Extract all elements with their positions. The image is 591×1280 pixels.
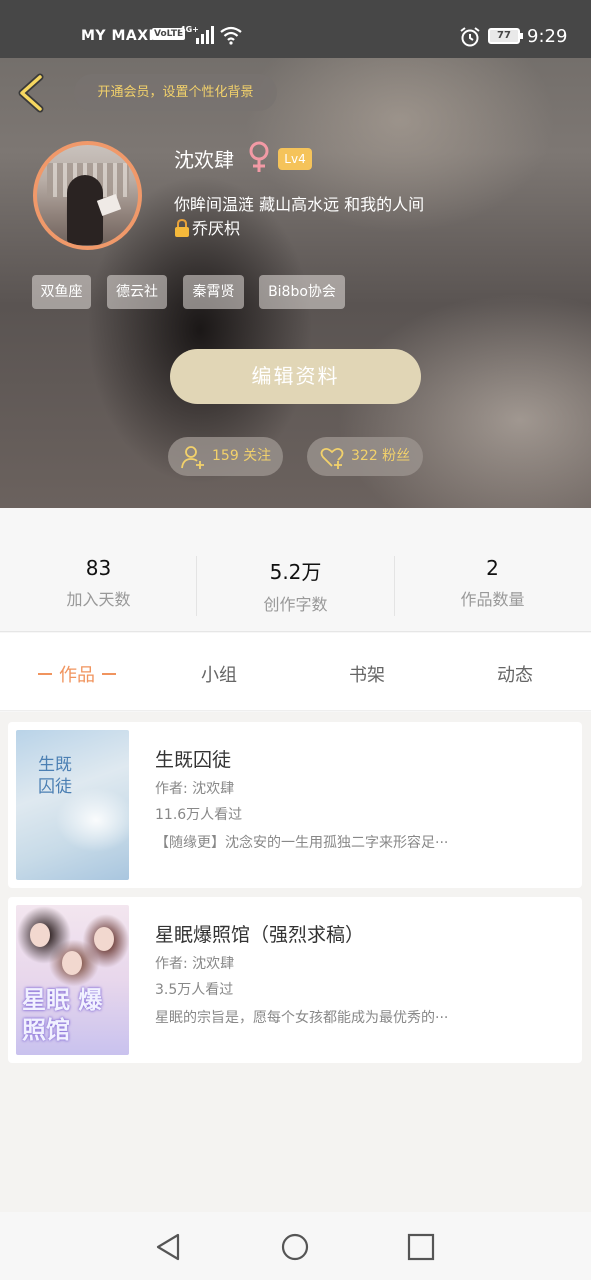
heart-add-icon (320, 447, 344, 469)
clock: 9:29 (527, 26, 568, 47)
system-nav-bar (0, 1212, 591, 1280)
stat-word-count: 5.2万 创作字数 (197, 556, 394, 615)
stat-value: 2 (486, 556, 499, 580)
stat-works-count: 2 作品数量 (394, 556, 591, 610)
cover-title: 星眠 爆照馆 (22, 986, 103, 1044)
stat-join-days: 83 加入天数 (0, 556, 197, 610)
following-button[interactable]: 159 关注 (168, 437, 283, 476)
square-recent-icon[interactable] (406, 1232, 436, 1262)
work-author: 作者: 沈欢肆 (155, 956, 235, 972)
vip-background-banner[interactable]: 开通会员，设置个性化背景 (74, 74, 277, 111)
work-cover: 星眠 爆照馆 (16, 905, 129, 1055)
circle-home-icon[interactable] (280, 1232, 310, 1262)
stats-bar: 83 加入天数 5.2万 创作字数 2 作品数量 (0, 508, 591, 632)
work-views: 3.5万人看过 (155, 982, 234, 998)
tab-bookshelf[interactable]: 书架 (349, 661, 385, 687)
work-card[interactable]: 星眠 爆照馆 星眠爆照馆（强烈求稿） 作者: 沈欢肆 3.5万人看过 星眠的宗旨… (8, 897, 582, 1063)
tag-2[interactable]: 秦霄贤 (183, 275, 244, 309)
bio-line: 你眸间温涟 藏山高水远 和我的人间 (174, 195, 425, 214)
fans-button[interactable]: 322 粉丝 (307, 437, 423, 476)
fans-count: 322 粉丝 (351, 448, 411, 464)
stat-label: 创作字数 (263, 595, 328, 614)
profile-header: MY MAXIS VoLTE 4G+ 77 9:29 开通会员，设置个性化背景 (0, 0, 591, 508)
edit-profile-button[interactable]: 编辑资料 (170, 349, 421, 404)
back-button[interactable] (14, 71, 48, 115)
wifi-icon (220, 26, 242, 45)
stat-label: 加入天数 (66, 590, 131, 609)
work-card[interactable]: 生既 囚徒 生既囚徒 作者: 沈欢肆 11.6万人看过 【随缘更】沈念安的一生用… (8, 722, 582, 888)
tag-1[interactable]: 德云社 (107, 275, 167, 309)
avatar[interactable] (33, 141, 142, 250)
status-bar: MY MAXIS VoLTE 4G+ 77 9:29 (0, 0, 591, 58)
work-description: 星眠的宗旨是，愿每个女孩都能成为最优秀的··· (155, 1010, 449, 1026)
works-list: 生既 囚徒 生既囚徒 作者: 沈欢肆 11.6万人看过 【随缘更】沈念安的一生用… (0, 712, 591, 1212)
user-add-icon (181, 446, 204, 469)
tab-label: 作品 (59, 665, 95, 686)
work-description: 【随缘更】沈念安的一生用孤独二字来形容足··· (155, 835, 449, 851)
tag-3[interactable]: Bi8bo协会 (259, 275, 345, 309)
cover-title: 生既 囚徒 (38, 755, 72, 797)
stat-label: 作品数量 (460, 590, 525, 609)
tab-groups[interactable]: 小组 (201, 661, 237, 687)
lock-icon (175, 219, 189, 237)
work-views: 11.6万人看过 (155, 807, 243, 823)
work-title: 生既囚徒 (155, 749, 232, 771)
stat-value: 83 (85, 556, 112, 580)
profile-tabs: 作品 小组 书架 动态 (0, 633, 591, 711)
svg-text:4G+: 4G+ (180, 25, 199, 34)
following-count: 159 关注 (212, 448, 272, 464)
tab-activity[interactable]: 动态 (497, 661, 533, 687)
bio-signature-text: 乔厌枳 (192, 219, 241, 238)
stat-value: 5.2万 (269, 560, 322, 584)
work-author: 作者: 沈欢肆 (155, 781, 235, 797)
work-title: 星眠爆照馆（强烈求稿） (155, 924, 365, 946)
tag-0[interactable]: 双鱼座 (32, 275, 91, 309)
level-badge: Lv4 (278, 148, 312, 170)
tab-works[interactable]: 作品 (31, 661, 123, 687)
username: 沈欢肆 (174, 148, 234, 172)
female-icon (249, 141, 269, 172)
battery-icon: 77 (488, 28, 523, 44)
signal-icon: 4G+ (180, 25, 214, 44)
bio-signature: 乔厌枳 (174, 215, 240, 239)
work-cover: 生既 囚徒 (16, 730, 129, 880)
alarm-icon (460, 27, 480, 47)
triangle-back-icon[interactable] (154, 1232, 184, 1262)
